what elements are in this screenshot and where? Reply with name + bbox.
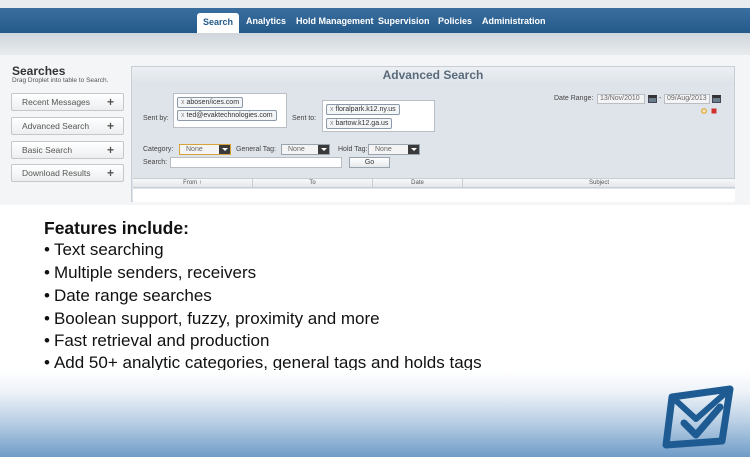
recent-messages-button[interactable]: Recent Messages + xyxy=(11,93,124,111)
general-tag-label: General Tag: xyxy=(236,146,276,153)
feature-item: • Multiple senders, receivers xyxy=(44,263,257,282)
basic-search-button[interactable]: Basic Search + xyxy=(11,141,124,159)
feature-item: • Boolean support, fuzzy, proximity and m… xyxy=(44,309,380,328)
recent-messages-label: Recent Messages xyxy=(22,97,91,107)
column-header-date[interactable]: Date xyxy=(373,179,463,188)
remove-icon[interactable]: x xyxy=(181,112,185,119)
chevron-down-icon xyxy=(408,145,419,154)
general-tag-select[interactable]: None xyxy=(281,144,330,155)
feature-item: • Fast retrieval and production xyxy=(44,331,270,350)
top-strip xyxy=(0,0,750,8)
category-select[interactable]: None xyxy=(179,144,231,155)
column-header-from[interactable]: From ↑ xyxy=(133,179,253,188)
chevron-down-icon xyxy=(219,145,230,154)
feature-item: • Date range searches xyxy=(44,286,212,305)
column-header-to[interactable]: To xyxy=(253,179,373,188)
date-range-label: Date Range: xyxy=(554,95,594,102)
sidebar-title: Searches xyxy=(12,64,66,78)
footer-gradient xyxy=(0,370,750,457)
panel-title: Advanced Search xyxy=(132,67,734,84)
category-label: Category: xyxy=(143,146,174,153)
tab-search[interactable]: Search xyxy=(197,13,240,33)
plus-icon: + xyxy=(106,95,114,109)
basic-search-label: Basic Search xyxy=(22,145,73,155)
main-nav: Search Analytics Hold Management Supervi… xyxy=(0,8,750,33)
recipient-chip[interactable]: x abosen/ices.com xyxy=(177,97,244,108)
delete-icon[interactable] xyxy=(711,108,717,114)
plus-icon: + xyxy=(106,119,114,133)
add-icon[interactable] xyxy=(701,108,707,114)
advanced-search-button[interactable]: Advanced Search + xyxy=(11,117,124,135)
sent-to-label: Sent to: xyxy=(292,115,317,122)
recipient-chip[interactable]: x bartow.k12.ga.us xyxy=(326,118,393,129)
hold-tag-label: Hold Tag: xyxy=(338,146,368,153)
results-table-header: From ↑ To Date Subject xyxy=(133,178,735,188)
results-table-body xyxy=(133,189,735,202)
remove-icon[interactable]: x xyxy=(330,106,334,113)
tab-hold-management[interactable]: Hold Management xyxy=(294,13,376,33)
tab-policies[interactable]: Policies xyxy=(436,13,474,33)
tab-supervision[interactable]: Supervision xyxy=(376,13,432,33)
feature-item: • Text searching xyxy=(44,240,164,259)
calendar-icon[interactable] xyxy=(648,95,657,103)
tab-administration[interactable]: Administration xyxy=(480,13,548,33)
recipient-chip[interactable]: x floralpark.k12.ny.us xyxy=(326,104,400,115)
search-app: Searches Drag Droplet into table to Sear… xyxy=(0,55,750,205)
date-from-input[interactable]: 13/Nov/2010 xyxy=(597,94,645,104)
remove-icon[interactable]: x xyxy=(330,120,334,127)
plus-icon: + xyxy=(106,143,114,157)
envelope-check-logo xyxy=(662,385,734,449)
sent-to-field[interactable]: x floralpark.k12.ny.us x bartow.k12.ga.us xyxy=(322,100,435,132)
chevron-down-icon xyxy=(318,145,329,154)
recipient-chip[interactable]: x ted@evaktechnologies.com xyxy=(177,110,277,121)
hold-tag-select[interactable]: None xyxy=(368,144,420,155)
tab-analytics[interactable]: Analytics xyxy=(244,13,288,33)
plus-icon: + xyxy=(106,166,114,180)
calendar-icon[interactable] xyxy=(712,95,721,103)
sent-by-field[interactable]: x abosen/ices.com x ted@evaktechnologies.c… xyxy=(173,93,287,128)
download-results-label: Download Results xyxy=(22,168,91,178)
date-separator: - xyxy=(659,95,662,102)
features-title: Features include: xyxy=(44,218,189,238)
remove-icon[interactable]: x xyxy=(181,99,185,106)
advanced-search-label: Advanced Search xyxy=(22,121,90,131)
search-label: Search: xyxy=(143,159,168,166)
advanced-search-panel: Advanced Search Sent by: x abosen/ices.co… xyxy=(131,66,735,202)
sub-header-bar xyxy=(0,33,750,55)
column-header-subject[interactable]: Subject xyxy=(463,179,735,188)
download-results-button[interactable]: Download Results + xyxy=(11,164,124,182)
search-input[interactable] xyxy=(170,157,342,168)
go-button[interactable]: Go xyxy=(349,157,390,168)
date-to-input[interactable]: 09/Aug/2013 xyxy=(664,94,710,104)
sent-by-label: Sent by: xyxy=(143,115,169,122)
sidebar-subtitle: Drag Droplet into table to Search. xyxy=(12,77,109,84)
